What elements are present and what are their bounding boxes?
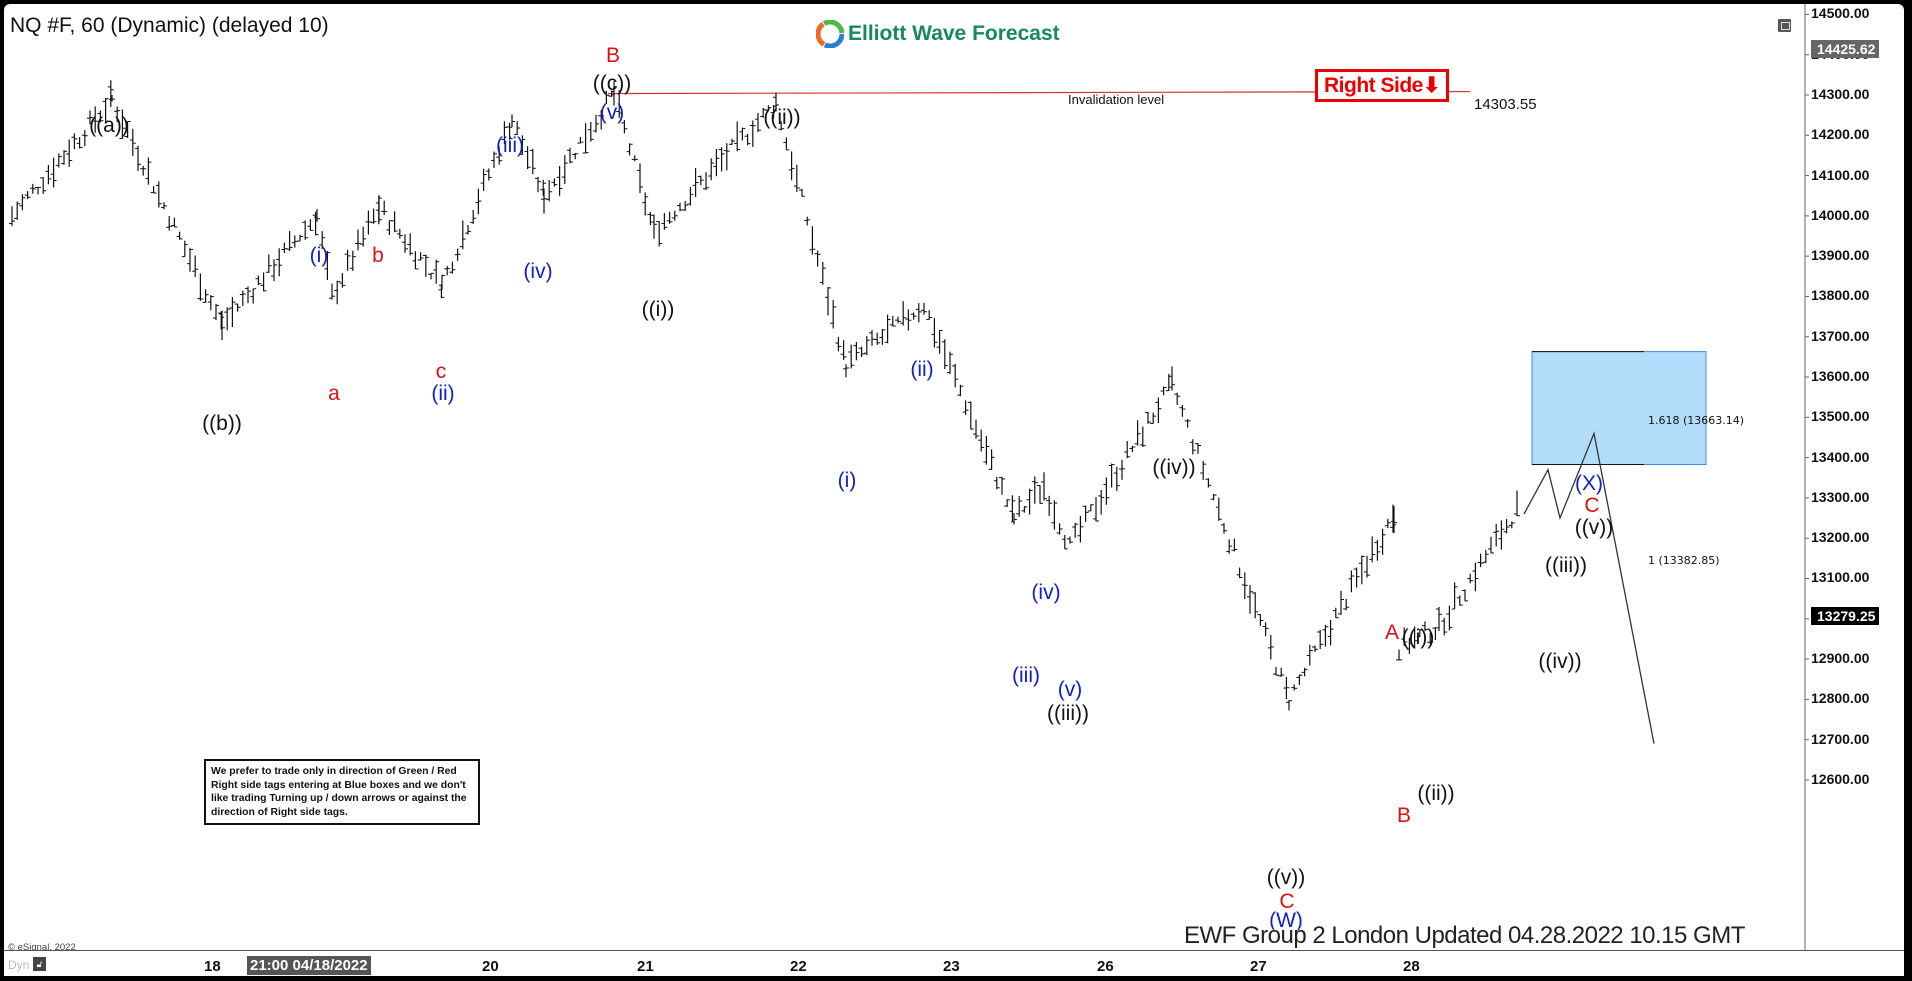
- y-tick-label: 13100.00: [1811, 569, 1870, 586]
- wave-label: (ii): [910, 358, 934, 381]
- wave-label: ((iv)): [1152, 456, 1196, 479]
- wave-label: c: [435, 360, 447, 383]
- y-tick-label: 13300.00: [1811, 488, 1870, 505]
- y-tick-label: 12700.00: [1811, 730, 1870, 747]
- y-tick-label: 14300.00: [1811, 86, 1870, 102]
- blue-box: [1531, 351, 1707, 466]
- y-tick-label: 13400.00: [1811, 448, 1870, 465]
- wave-label: (X): [1575, 472, 1603, 495]
- update-footer: EWF Group 2 London Updated 04.28.2022 10…: [1184, 922, 1745, 949]
- wave-label: (i): [309, 244, 329, 267]
- wave-label: ((v)): [1574, 516, 1614, 539]
- y-tick-label: 14200.00: [1811, 126, 1870, 143]
- wave-label: B: [1396, 804, 1412, 827]
- wave-label: (v): [599, 101, 625, 124]
- wave-label: a: [328, 382, 340, 405]
- wave-label: ((iii)): [1047, 702, 1089, 725]
- right-side-label: Right Side: [1324, 74, 1423, 97]
- dyn-label: Dyn: [8, 958, 30, 972]
- wave-label: ((a)): [89, 114, 129, 137]
- x-tick-label: 21: [637, 958, 654, 975]
- wave-label: (ii): [431, 382, 455, 405]
- x-tick-label: 27: [1250, 958, 1267, 975]
- y-tick-label: 13900.00: [1811, 247, 1870, 264]
- trading-note: We prefer to trade only in direction of …: [204, 759, 480, 825]
- wave-label: B: [605, 44, 621, 67]
- y-tick-label: 14000.00: [1811, 206, 1870, 223]
- wave-label: A: [1384, 621, 1400, 644]
- x-tick-label: 28: [1403, 958, 1420, 975]
- wave-label: (iv): [1031, 581, 1061, 604]
- wave-label: ((v)): [1266, 866, 1306, 889]
- fib-upper-label: 1.618 (13663.14): [1648, 414, 1745, 427]
- right-side-tag: Right Side⬇: [1315, 69, 1449, 102]
- wave-label: ((iv)): [1538, 650, 1582, 673]
- ewf-logo-icon: [816, 20, 844, 48]
- invalidation-label: Invalidation level: [1068, 92, 1165, 107]
- wave-label: (i): [837, 469, 857, 492]
- wave-label: ((i)): [641, 298, 675, 321]
- crosshair-date: 21:00 04/18/2022: [247, 956, 371, 975]
- wave-label: C: [1584, 494, 1600, 517]
- wave-label: ((b)): [202, 412, 242, 435]
- fib-lower-label: 1 (13382.85): [1648, 554, 1720, 567]
- y-tick-label: 13800.00: [1811, 287, 1870, 304]
- y-tick-label: 13600.00: [1811, 368, 1870, 385]
- x-tick-label: 23: [943, 958, 960, 975]
- arrow-down-icon: ⬇: [1422, 74, 1441, 97]
- brand-name: Elliott Wave Forecast: [848, 22, 1060, 45]
- wave-label: (v): [1057, 678, 1083, 701]
- restore-window-icon[interactable]: [1778, 19, 1791, 32]
- chart-title: NQ #F, 60 (Dynamic) (delayed 10): [10, 14, 329, 37]
- lock-icon[interactable]: 🔓︎: [33, 957, 46, 971]
- price-chart[interactable]: [4, 4, 1904, 976]
- y-tick-label: 13700.00: [1811, 327, 1870, 344]
- wave-label: ((iii)): [1545, 554, 1587, 577]
- wave-label: ((ii)): [763, 106, 801, 129]
- invalidation-price: 14303.55: [1474, 96, 1537, 113]
- last-price-tag: 13279.25: [1811, 607, 1880, 625]
- wave-label: ((i)): [1401, 626, 1435, 649]
- chart-window: NQ #F, 60 (Dynamic) (delayed 10) Elliott…: [4, 4, 1904, 976]
- y-tick-label: 13500.00: [1811, 408, 1870, 425]
- wave-label: b: [372, 244, 384, 267]
- y-tick-label: 12900.00: [1811, 650, 1870, 667]
- wave-label: (iv): [523, 260, 553, 283]
- y-tick-label: 14100.00: [1811, 166, 1870, 183]
- x-tick-label: 26: [1097, 958, 1114, 975]
- wave-label: ((ii)): [1417, 782, 1455, 805]
- x-tick-label: 18: [204, 958, 221, 975]
- brand-logo: Elliott Wave Forecast: [816, 20, 1060, 48]
- wave-label: (iii): [496, 134, 524, 157]
- y-tick-label: 12800.00: [1811, 690, 1870, 707]
- x-tick-label: 20: [482, 958, 499, 975]
- x-tick-label: 22: [790, 958, 807, 975]
- wave-label: ((c)): [592, 72, 632, 95]
- wave-label: (iii): [1012, 664, 1040, 687]
- y-tick-label: 14500.00: [1811, 5, 1870, 22]
- crosshair-price-tag: 14425.62: [1811, 40, 1880, 58]
- y-tick-label: 12600.00: [1811, 770, 1870, 787]
- y-tick-label: 13200.00: [1811, 529, 1870, 546]
